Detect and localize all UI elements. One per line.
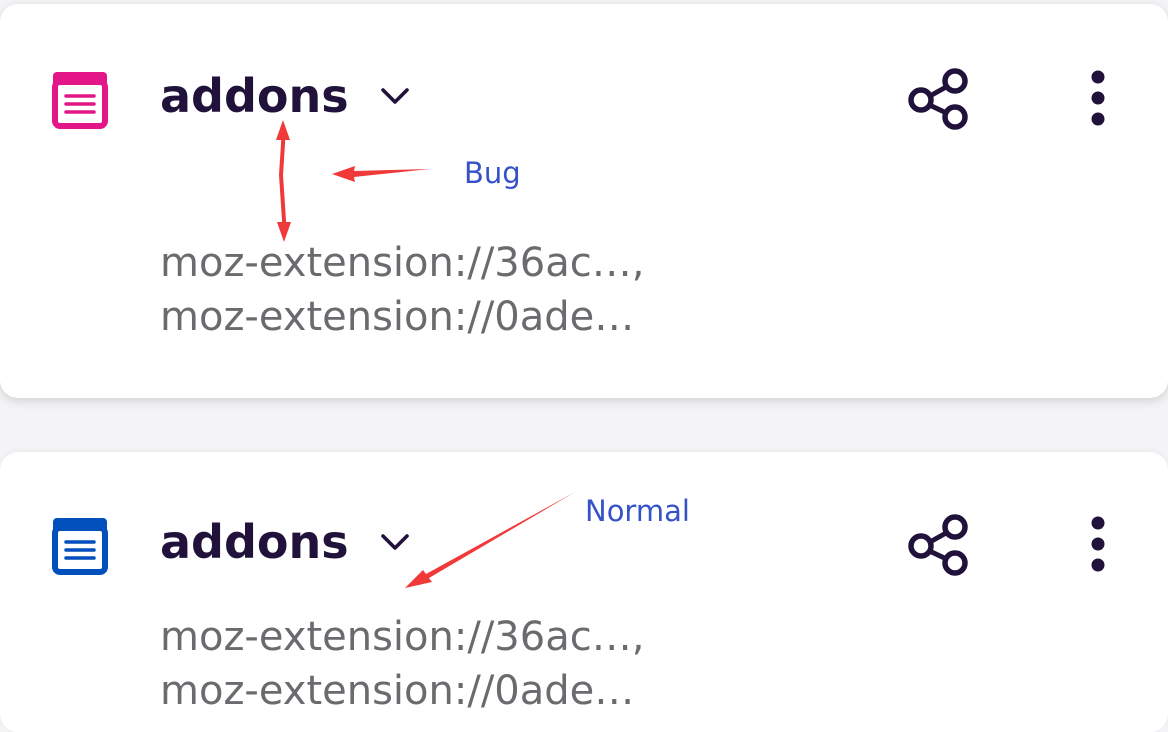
url-line: moz-extension://0ade… [160,294,635,340]
collection-urls: moz-extension://36ac…, moz-extension://0… [160,236,644,344]
chevron-down-icon [380,534,409,550]
url-line: moz-extension://0ade… [160,668,635,714]
share-icon[interactable] [904,510,974,580]
collection-urls: moz-extension://36ac…, moz-extension://0… [160,610,644,718]
collection-card-bug[interactable]: addons moz-extension://36ac…, moz-extens… [0,4,1168,398]
more-options-icon[interactable] [1078,64,1118,134]
normal-annotation-label: Normal [585,494,690,528]
share-icon[interactable] [904,64,974,134]
collection-title-toggle[interactable]: addons [160,66,413,126]
collection-icon [52,72,108,129]
collection-title: addons [160,69,349,123]
more-options-icon[interactable] [1078,510,1118,580]
bug-annotation-label: Bug [464,156,521,190]
collection-title-toggle[interactable]: addons [160,512,413,572]
collection-icon [52,518,108,575]
chevron-down-icon [380,88,409,104]
url-line: moz-extension://36ac…, [160,240,645,286]
collection-title: addons [160,515,349,569]
url-line: moz-extension://36ac…, [160,614,645,660]
collection-card-normal[interactable]: addons moz-extension://36ac…, moz-extens… [0,452,1168,732]
